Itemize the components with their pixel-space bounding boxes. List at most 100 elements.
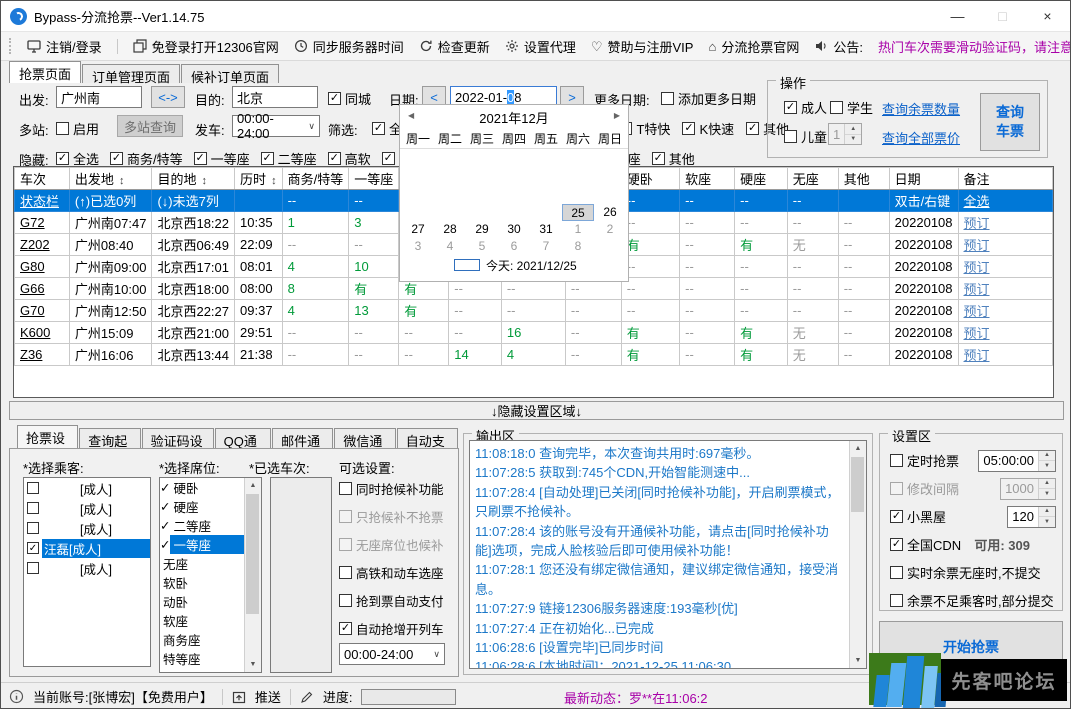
scroll-down-icon[interactable]: ▼ (245, 657, 261, 672)
calendar-day-3[interactable]: 3 (402, 238, 434, 255)
train-row-Z36[interactable]: Z36广州16:06北京西13:4421:38------144--有--有无-… (15, 344, 1053, 366)
settings-tab-微信通知[interactable]: 微信通知 (334, 428, 395, 448)
setting-stepper-修改间隔[interactable]: 1000▲▼ (1000, 478, 1056, 500)
checkbox-icon[interactable] (27, 502, 39, 514)
settings-tab-邮件通知[interactable]: 邮件通知 (272, 428, 333, 448)
depart-time-select[interactable]: 00:00-24:00∨ (232, 115, 320, 137)
setting-check-余票不足乘客时,部分提交[interactable]: 余票不足乘客时,部分提交 (890, 591, 1054, 610)
calendar-today-label[interactable]: 今天: 2021/12/25 (486, 257, 577, 274)
option-无座席位也候补[interactable]: 无座席位也候补 (339, 535, 444, 554)
toolbar-item-赞助与注册VIP[interactable]: ♡赞助与注册VIP (591, 37, 694, 56)
stepper-down-icon[interactable]: ▼ (1039, 461, 1055, 471)
train-number-link[interactable]: G66 (15, 278, 70, 300)
stepper-up-icon[interactable]: ▲ (1039, 479, 1055, 490)
seat-item[interactable]: ✓硬卧 (160, 478, 245, 497)
settings-tab-验证码设置[interactable]: 验证码设置 (142, 428, 214, 448)
scroll-up-icon[interactable]: ▲ (850, 441, 866, 456)
stepper-up-icon[interactable]: ▲ (1039, 507, 1055, 518)
stepper-down-icon[interactable]: ▼ (845, 135, 861, 145)
student-checkbox[interactable]: 学生 (830, 98, 873, 117)
checkbox-icon[interactable] (27, 562, 39, 574)
toolbar-item-免登录打开12306官网[interactable]: 免登录打开12306官网 (133, 37, 279, 56)
train-number-link[interactable]: Z202 (15, 234, 70, 256)
tab-候补订单页面[interactable]: 候补订单页面 (181, 64, 279, 83)
train-filter-K快速[interactable]: ✓K快速 (682, 119, 734, 138)
stepper-down-icon[interactable]: ▼ (1039, 489, 1055, 499)
scroll-up-icon[interactable]: ▲ (245, 478, 261, 493)
toolbar-item-公告:[interactable]: 公告: (814, 37, 863, 56)
book-link[interactable]: 预订 (958, 278, 1052, 300)
col-header-出发地[interactable]: 出发地 ↕ (69, 168, 152, 190)
status-value[interactable]: 全选 (958, 190, 1052, 212)
passenger-item[interactable]: ✓汪磊[成人] (24, 538, 150, 558)
calendar-day-25[interactable]: 25 (562, 204, 594, 221)
scrollbar-thumb[interactable] (851, 457, 864, 512)
book-link[interactable]: 预订 (958, 234, 1052, 256)
seat-item[interactable]: 商务座 (160, 630, 245, 649)
calendar-prev-icon[interactable]: ◀ (408, 111, 414, 120)
child-count-stepper[interactable]: 1▲▼ (828, 123, 862, 145)
passenger-item[interactable]: [成人] (24, 518, 150, 538)
train-number-link[interactable]: G72 (15, 212, 70, 234)
minimize-button[interactable]: — (935, 1, 980, 31)
seat-item[interactable]: 软座 (160, 611, 245, 630)
seat-item[interactable]: 特等座 (160, 649, 245, 668)
col-header-车次[interactable]: 车次 (15, 168, 70, 190)
train-number-link[interactable]: Z36 (15, 344, 70, 366)
seat-item[interactable]: 动卧 (160, 592, 245, 611)
output-scrollbar[interactable]: ▲ ▼ (849, 441, 866, 668)
train-number-link[interactable]: K600 (15, 322, 70, 344)
today-box-icon[interactable] (454, 259, 480, 271)
calendar-day-8[interactable]: 8 (562, 238, 594, 255)
maximize-button[interactable]: □ (980, 1, 1025, 31)
col-header-其他[interactable]: 其他 (838, 168, 889, 190)
dest-input[interactable]: 北京 (232, 86, 318, 108)
checkbox-checked-icon[interactable]: ✓ (160, 518, 170, 533)
toolbar-item-设置代理[interactable]: 设置代理 (505, 37, 576, 56)
setting-check-小黑屋[interactable]: ✓小黑屋 (890, 507, 946, 526)
add-more-dates-checkbox[interactable]: 添加更多日期 (661, 89, 756, 108)
checkbox-icon[interactable] (27, 522, 39, 534)
multi-query-button[interactable]: 多站查询 (117, 115, 183, 137)
child-checkbox[interactable]: 儿童 (784, 127, 827, 146)
calendar-next-icon[interactable]: ▶ (614, 111, 620, 120)
train-number-link[interactable]: G80 (15, 256, 70, 278)
adult-check[interactable]: ✓成人 (784, 98, 827, 117)
swap-stations-button[interactable]: <-> (151, 86, 185, 108)
book-link[interactable]: 预订 (958, 300, 1052, 322)
student-check[interactable]: 学生 (830, 98, 873, 117)
option-自动抢增开列车[interactable]: ✓自动抢增开列车 (339, 619, 444, 638)
calendar-day-6[interactable]: 6 (498, 238, 530, 255)
passenger-item[interactable]: [成人] (24, 478, 150, 498)
seat-list-scrollbar[interactable]: ▲▼ (244, 478, 261, 672)
child-count-stepper[interactable]: 1▲▼ (828, 123, 862, 145)
settings-tab-自动支付[interactable]: 自动支付 (397, 428, 458, 448)
stepper-down-icon[interactable]: ▼ (1039, 517, 1055, 527)
query-price-link[interactable]: 查询全部票价 (882, 128, 960, 147)
calendar-day-31[interactable]: 31 (530, 221, 562, 238)
option-同时抢候补功能[interactable]: 同时抢候补功能 (339, 479, 444, 498)
seat-item[interactable]: ✓硬座 (160, 497, 245, 516)
setting-stepper-定时抢票[interactable]: 05:00:00▲▼ (978, 450, 1056, 472)
same-city-check[interactable]: ✓同城 (328, 89, 371, 108)
checkbox-checked-icon[interactable]: ✓ (160, 480, 170, 495)
col-header-一等座[interactable]: 一等座 (349, 168, 399, 190)
book-link[interactable]: 预订 (958, 212, 1052, 234)
calendar-day-27[interactable]: 27 (402, 221, 434, 238)
passenger-item[interactable]: [成人] (24, 558, 150, 578)
checkbox-checked-icon[interactable]: ✓ (160, 537, 170, 552)
hide-settings-bar[interactable]: ↓隐藏设置区域↓ (9, 401, 1064, 420)
col-header-商务/特等[interactable]: 商务/特等 (282, 168, 349, 190)
train-row-K600[interactable]: K600广州15:09北京西21:0029:51--------16--有--有… (15, 322, 1053, 344)
seat-item[interactable]: 软卧 (160, 573, 245, 592)
train-row-G70[interactable]: G70广州南12:50北京西22:2709:37413有------------… (15, 300, 1053, 322)
push-label[interactable]: 推送 (255, 687, 281, 706)
stepper-up-icon[interactable]: ▲ (1039, 451, 1055, 462)
calendar-day-5[interactable]: 5 (466, 238, 498, 255)
seat-item[interactable]: ✓一等座 (160, 535, 245, 554)
tab-订单管理页面[interactable]: 订单管理页面 (82, 64, 180, 83)
toolbar-item-检查更新[interactable]: 检查更新 (419, 37, 490, 56)
scroll-down-icon[interactable]: ▼ (850, 653, 866, 668)
settings-tab-抢票设置[interactable]: 抢票设置 (17, 425, 78, 448)
col-header-硬卧[interactable]: 硬卧 (621, 168, 679, 190)
